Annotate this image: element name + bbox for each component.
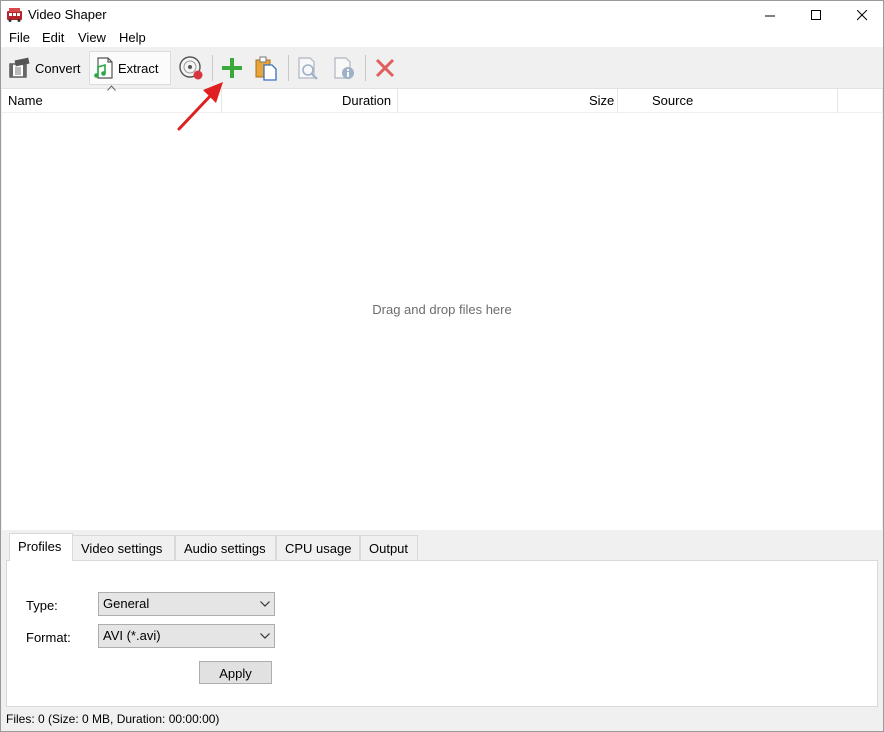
toolbar-separator — [288, 55, 289, 81]
title-bar: Video Shaper — [1, 1, 883, 29]
menu-bar: File Edit View Help — [1, 29, 883, 47]
app-logo-icon — [7, 8, 22, 22]
close-button[interactable] — [839, 1, 884, 29]
remove-button[interactable] — [370, 51, 400, 85]
drop-hint: Drag and drop files here — [372, 302, 512, 317]
tab-audio-settings[interactable]: Audio settings — [175, 535, 276, 561]
profiles-panel: Type: General Format: AVI (*.avi) Apply — [6, 560, 878, 707]
column-size[interactable]: Size — [589, 93, 614, 108]
chevron-down-icon — [260, 633, 270, 639]
tab-output[interactable]: Output — [360, 535, 418, 561]
menu-file[interactable]: File — [9, 30, 30, 45]
column-divider[interactable] — [837, 89, 838, 113]
minimize-icon — [764, 15, 775, 16]
type-select[interactable]: General — [98, 592, 275, 616]
column-divider[interactable] — [617, 89, 618, 113]
file-info-button[interactable] — [329, 51, 359, 85]
close-icon — [856, 9, 867, 20]
tab-profiles[interactable]: Profiles — [9, 533, 73, 561]
column-divider[interactable] — [397, 89, 398, 113]
menu-view[interactable]: View — [78, 30, 106, 45]
music-file-icon — [94, 57, 113, 79]
status-bar: Files: 0 (Size: 0 MB, Duration: 00:00:00… — [1, 709, 883, 731]
type-label: Type: — [26, 598, 58, 613]
file-list[interactable]: Drag and drop files here — [2, 113, 882, 530]
extract-button[interactable]: Extract — [89, 51, 171, 85]
file-list-header: Name Duration Size Source — [2, 89, 882, 113]
paste-button[interactable] — [251, 51, 281, 85]
paste-icon — [255, 56, 277, 81]
minimize-button[interactable] — [747, 1, 793, 29]
convert-button[interactable]: Convert — [7, 51, 85, 85]
preview-icon — [298, 57, 318, 80]
format-select[interactable]: AVI (*.avi) — [98, 624, 275, 648]
column-source[interactable]: Source — [652, 93, 693, 108]
toolbar: Convert Extract — [1, 47, 883, 89]
format-select-value: AVI (*.avi) — [103, 628, 161, 643]
format-label: Format: — [26, 630, 71, 645]
file-info-icon — [334, 57, 354, 79]
type-select-value: General — [103, 596, 150, 611]
film-icon — [9, 57, 30, 78]
tab-video-settings[interactable]: Video settings — [72, 535, 175, 561]
window-title: Video Shaper — [28, 7, 107, 22]
menu-edit[interactable]: Edit — [42, 30, 64, 45]
main-window: Video Shaper File Edit View Help Convert — [0, 0, 884, 732]
extract-label: Extract — [118, 60, 159, 76]
annotation-arrow-icon — [177, 82, 223, 131]
column-name[interactable]: Name — [8, 93, 43, 108]
convert-label: Convert — [35, 60, 81, 76]
preview-button[interactable] — [293, 51, 323, 85]
remove-icon — [375, 58, 395, 78]
menu-help[interactable]: Help — [119, 30, 146, 45]
tab-cpu-usage[interactable]: CPU usage — [276, 535, 360, 561]
status-text: Files: 0 (Size: 0 MB, Duration: 00:00:00… — [6, 712, 220, 726]
apply-button[interactable]: Apply — [199, 661, 272, 684]
maximize-button[interactable] — [793, 1, 839, 29]
toolbar-separator — [365, 55, 366, 81]
chevron-down-icon — [260, 601, 270, 607]
column-duration[interactable]: Duration — [342, 93, 391, 108]
sort-ascending-icon — [107, 85, 116, 91]
maximize-icon — [810, 9, 821, 20]
